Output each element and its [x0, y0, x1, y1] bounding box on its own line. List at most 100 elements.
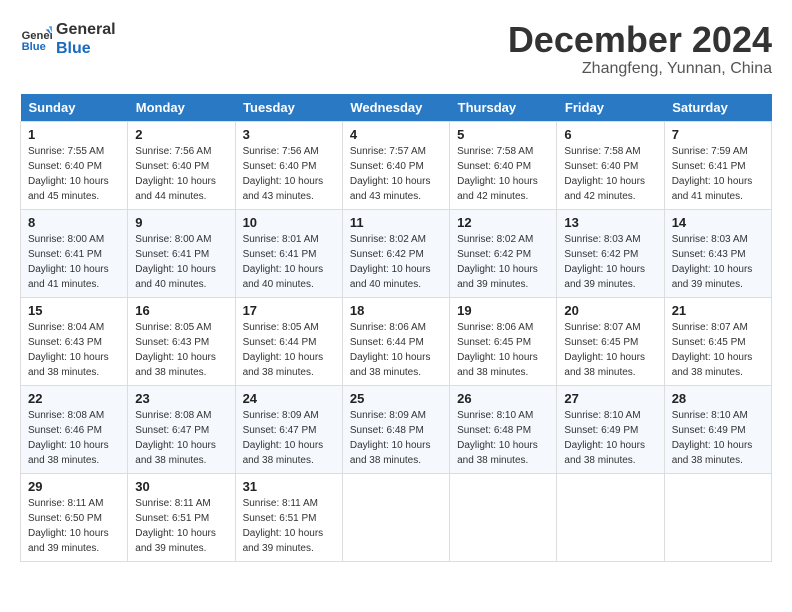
calendar-cell: 12 Sunrise: 8:02 AMSunset: 6:42 PMDaylig…	[450, 209, 557, 297]
header-tuesday: Tuesday	[235, 94, 342, 122]
calendar-week-5: 29 Sunrise: 8:11 AMSunset: 6:50 PMDaylig…	[21, 473, 772, 561]
calendar-cell: 9 Sunrise: 8:00 AMSunset: 6:41 PMDayligh…	[128, 209, 235, 297]
title-area: December 2024 Zhangfeng, Yunnan, China	[508, 20, 772, 78]
day-number: 8	[28, 215, 120, 230]
calendar-cell: 17 Sunrise: 8:05 AMSunset: 6:44 PMDaylig…	[235, 297, 342, 385]
day-detail: Sunrise: 7:58 AMSunset: 6:40 PMDaylight:…	[457, 146, 538, 202]
calendar-cell: 25 Sunrise: 8:09 AMSunset: 6:48 PMDaylig…	[342, 385, 449, 473]
calendar-week-3: 15 Sunrise: 8:04 AMSunset: 6:43 PMDaylig…	[21, 297, 772, 385]
day-detail: Sunrise: 8:02 AMSunset: 6:42 PMDaylight:…	[350, 234, 431, 290]
day-detail: Sunrise: 8:09 AMSunset: 6:47 PMDaylight:…	[243, 410, 324, 466]
calendar-week-1: 1 Sunrise: 7:55 AMSunset: 6:40 PMDayligh…	[21, 121, 772, 209]
calendar-cell: 19 Sunrise: 8:06 AMSunset: 6:45 PMDaylig…	[450, 297, 557, 385]
calendar-cell: 13 Sunrise: 8:03 AMSunset: 6:42 PMDaylig…	[557, 209, 664, 297]
calendar-cell: 2 Sunrise: 7:56 AMSunset: 6:40 PMDayligh…	[128, 121, 235, 209]
day-number: 20	[564, 303, 656, 318]
day-detail: Sunrise: 8:08 AMSunset: 6:47 PMDaylight:…	[135, 410, 216, 466]
day-detail: Sunrise: 7:58 AMSunset: 6:40 PMDaylight:…	[564, 146, 645, 202]
svg-text:General: General	[22, 30, 52, 42]
day-number: 30	[135, 479, 227, 494]
logo-line1: General	[56, 20, 116, 39]
day-detail: Sunrise: 8:07 AMSunset: 6:45 PMDaylight:…	[672, 322, 753, 378]
day-number: 31	[243, 479, 335, 494]
calendar-cell: 6 Sunrise: 7:58 AMSunset: 6:40 PMDayligh…	[557, 121, 664, 209]
header-sunday: Sunday	[21, 94, 128, 122]
day-number: 3	[243, 127, 335, 142]
calendar-cell: 18 Sunrise: 8:06 AMSunset: 6:44 PMDaylig…	[342, 297, 449, 385]
svg-text:Blue: Blue	[22, 41, 46, 53]
calendar-cell: 15 Sunrise: 8:04 AMSunset: 6:43 PMDaylig…	[21, 297, 128, 385]
day-detail: Sunrise: 8:04 AMSunset: 6:43 PMDaylight:…	[28, 322, 109, 378]
calendar-table: SundayMondayTuesdayWednesdayThursdayFrid…	[20, 94, 772, 562]
logo-icon: General Blue	[20, 23, 52, 55]
location-title: Zhangfeng, Yunnan, China	[508, 60, 772, 78]
day-detail: Sunrise: 8:11 AMSunset: 6:51 PMDaylight:…	[135, 498, 216, 554]
calendar-cell	[664, 473, 771, 561]
calendar-cell: 21 Sunrise: 8:07 AMSunset: 6:45 PMDaylig…	[664, 297, 771, 385]
day-detail: Sunrise: 7:55 AMSunset: 6:40 PMDaylight:…	[28, 146, 109, 202]
calendar-cell	[557, 473, 664, 561]
logo-line2: Blue	[56, 39, 116, 58]
calendar-cell: 27 Sunrise: 8:10 AMSunset: 6:49 PMDaylig…	[557, 385, 664, 473]
day-number: 9	[135, 215, 227, 230]
calendar-cell: 23 Sunrise: 8:08 AMSunset: 6:47 PMDaylig…	[128, 385, 235, 473]
day-number: 13	[564, 215, 656, 230]
calendar-cell: 20 Sunrise: 8:07 AMSunset: 6:45 PMDaylig…	[557, 297, 664, 385]
calendar-cell: 28 Sunrise: 8:10 AMSunset: 6:49 PMDaylig…	[664, 385, 771, 473]
day-number: 16	[135, 303, 227, 318]
day-detail: Sunrise: 8:05 AMSunset: 6:43 PMDaylight:…	[135, 322, 216, 378]
day-detail: Sunrise: 8:10 AMSunset: 6:49 PMDaylight:…	[564, 410, 645, 466]
day-detail: Sunrise: 8:11 AMSunset: 6:50 PMDaylight:…	[28, 498, 109, 554]
day-number: 28	[672, 391, 764, 406]
month-title: December 2024	[508, 20, 772, 60]
day-number: 10	[243, 215, 335, 230]
calendar-cell: 22 Sunrise: 8:08 AMSunset: 6:46 PMDaylig…	[21, 385, 128, 473]
calendar-cell: 26 Sunrise: 8:10 AMSunset: 6:48 PMDaylig…	[450, 385, 557, 473]
day-detail: Sunrise: 8:06 AMSunset: 6:45 PMDaylight:…	[457, 322, 538, 378]
calendar-cell: 8 Sunrise: 8:00 AMSunset: 6:41 PMDayligh…	[21, 209, 128, 297]
calendar-cell: 10 Sunrise: 8:01 AMSunset: 6:41 PMDaylig…	[235, 209, 342, 297]
day-detail: Sunrise: 8:07 AMSunset: 6:45 PMDaylight:…	[564, 322, 645, 378]
day-detail: Sunrise: 7:57 AMSunset: 6:40 PMDaylight:…	[350, 146, 431, 202]
page-header: General Blue General Blue December 2024 …	[20, 20, 772, 78]
day-number: 24	[243, 391, 335, 406]
day-number: 29	[28, 479, 120, 494]
day-detail: Sunrise: 8:09 AMSunset: 6:48 PMDaylight:…	[350, 410, 431, 466]
calendar-cell: 11 Sunrise: 8:02 AMSunset: 6:42 PMDaylig…	[342, 209, 449, 297]
calendar-cell: 16 Sunrise: 8:05 AMSunset: 6:43 PMDaylig…	[128, 297, 235, 385]
day-number: 12	[457, 215, 549, 230]
day-detail: Sunrise: 7:59 AMSunset: 6:41 PMDaylight:…	[672, 146, 753, 202]
day-number: 27	[564, 391, 656, 406]
day-number: 18	[350, 303, 442, 318]
logo: General Blue General Blue	[20, 20, 116, 58]
day-detail: Sunrise: 8:03 AMSunset: 6:42 PMDaylight:…	[564, 234, 645, 290]
day-number: 11	[350, 215, 442, 230]
day-detail: Sunrise: 7:56 AMSunset: 6:40 PMDaylight:…	[135, 146, 216, 202]
day-detail: Sunrise: 8:03 AMSunset: 6:43 PMDaylight:…	[672, 234, 753, 290]
day-number: 21	[672, 303, 764, 318]
day-number: 23	[135, 391, 227, 406]
calendar-cell: 3 Sunrise: 7:56 AMSunset: 6:40 PMDayligh…	[235, 121, 342, 209]
day-number: 7	[672, 127, 764, 142]
calendar-cell	[342, 473, 449, 561]
calendar-cell: 7 Sunrise: 7:59 AMSunset: 6:41 PMDayligh…	[664, 121, 771, 209]
calendar-week-4: 22 Sunrise: 8:08 AMSunset: 6:46 PMDaylig…	[21, 385, 772, 473]
day-number: 22	[28, 391, 120, 406]
day-number: 1	[28, 127, 120, 142]
calendar-cell: 30 Sunrise: 8:11 AMSunset: 6:51 PMDaylig…	[128, 473, 235, 561]
day-number: 19	[457, 303, 549, 318]
calendar-header-row: SundayMondayTuesdayWednesdayThursdayFrid…	[21, 94, 772, 122]
day-detail: Sunrise: 8:00 AMSunset: 6:41 PMDaylight:…	[135, 234, 216, 290]
day-number: 15	[28, 303, 120, 318]
day-detail: Sunrise: 8:08 AMSunset: 6:46 PMDaylight:…	[28, 410, 109, 466]
calendar-cell: 31 Sunrise: 8:11 AMSunset: 6:51 PMDaylig…	[235, 473, 342, 561]
day-detail: Sunrise: 8:02 AMSunset: 6:42 PMDaylight:…	[457, 234, 538, 290]
day-number: 4	[350, 127, 442, 142]
day-number: 14	[672, 215, 764, 230]
day-detail: Sunrise: 8:10 AMSunset: 6:49 PMDaylight:…	[672, 410, 753, 466]
day-number: 5	[457, 127, 549, 142]
day-number: 6	[564, 127, 656, 142]
day-detail: Sunrise: 8:10 AMSunset: 6:48 PMDaylight:…	[457, 410, 538, 466]
header-thursday: Thursday	[450, 94, 557, 122]
day-detail: Sunrise: 8:05 AMSunset: 6:44 PMDaylight:…	[243, 322, 324, 378]
